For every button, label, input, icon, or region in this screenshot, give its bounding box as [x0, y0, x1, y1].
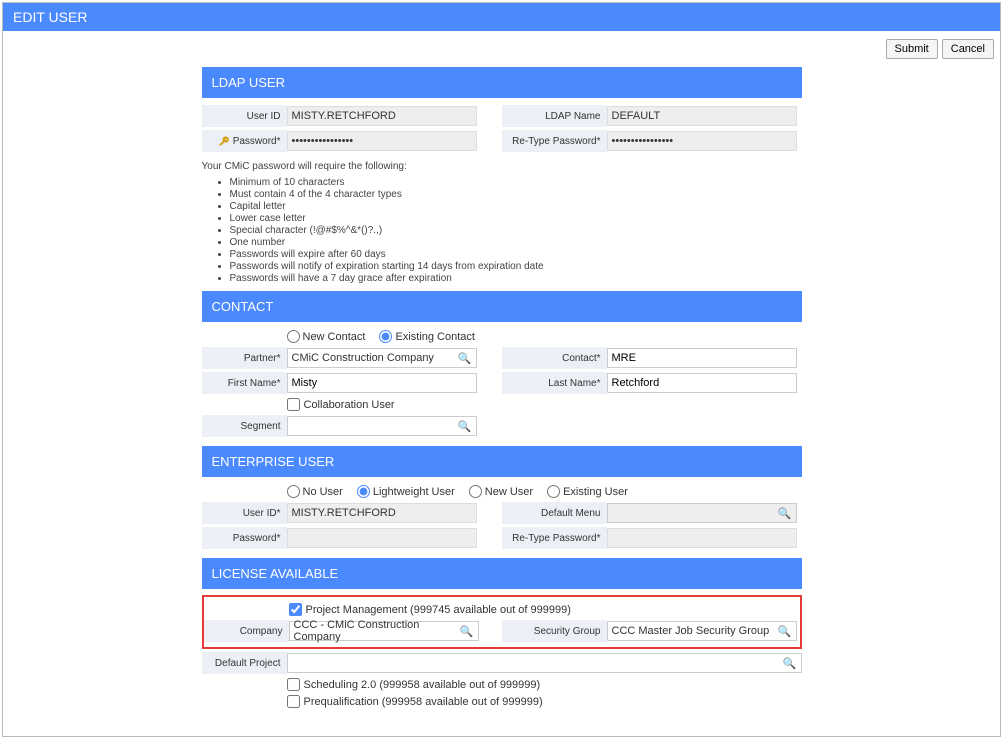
search-icon[interactable]: 🔍: [458, 352, 472, 365]
search-icon[interactable]: 🔍: [460, 625, 474, 638]
segment-label: Segment: [202, 415, 287, 437]
scheduling-checkbox[interactable]: [287, 678, 300, 691]
ldap-section: User ID MISTY.RETCHFORD LDAP Name DEFAUL…: [202, 98, 802, 289]
search-icon[interactable]: 🔍: [778, 507, 792, 520]
scheduling-label: Scheduling 2.0 (999958 available out of …: [304, 679, 541, 691]
collab-checkbox[interactable]: [287, 398, 300, 411]
default-project-label: Default Project: [202, 652, 287, 674]
main-window: EDIT USER Submit Cancel LDAP USER User I…: [2, 2, 1001, 737]
cancel-button[interactable]: Cancel: [942, 39, 994, 59]
contact-section: New Contact Existing Contact Partner* CM…: [202, 322, 802, 444]
ldap-retype-field[interactable]: ••••••••••••••••: [607, 131, 797, 151]
radio-new-contact[interactable]: New Contact: [287, 330, 366, 343]
action-buttons: Submit Cancel: [3, 31, 1000, 65]
prequal-label: Prequalification (999958 available out o…: [304, 696, 543, 708]
password-rules: Minimum of 10 characters Must contain 4 …: [202, 177, 802, 284]
ent-userid-field: MISTY.RETCHFORD: [287, 503, 477, 523]
pm-checkbox[interactable]: [289, 603, 302, 616]
default-menu-field[interactable]: 🔍: [607, 503, 797, 523]
search-icon[interactable]: 🔍: [778, 625, 792, 638]
company-field[interactable]: CCC - CMiC Construction Company🔍: [289, 621, 479, 641]
default-project-field[interactable]: 🔍: [287, 653, 802, 673]
content-area: LDAP USER User ID MISTY.RETCHFORD LDAP N…: [3, 65, 1000, 736]
partner-field[interactable]: CMiC Construction Company🔍: [287, 348, 477, 368]
company-label: Company: [204, 620, 289, 642]
firstname-field[interactable]: [287, 373, 477, 393]
enterprise-section-header: ENTERPRISE USER: [202, 446, 802, 477]
radio-new-user[interactable]: New User: [469, 485, 533, 498]
key-icon: [218, 135, 230, 147]
page-title: EDIT USER: [13, 9, 87, 25]
search-icon[interactable]: 🔍: [783, 657, 797, 670]
ldap-name-field: DEFAULT: [607, 106, 797, 126]
form-wrap: LDAP USER User ID MISTY.RETCHFORD LDAP N…: [202, 65, 802, 716]
contact-section-header: CONTACT: [202, 291, 802, 322]
ent-retype-field[interactable]: [607, 528, 797, 548]
ldap-retype-label: Re-Type Password*: [502, 130, 607, 152]
security-group-field[interactable]: CCC Master Job Security Group🔍: [607, 621, 797, 641]
security-group-label: Security Group: [502, 620, 607, 642]
license-section: Project Management (999745 available out…: [202, 589, 802, 716]
prequal-checkbox[interactable]: [287, 695, 300, 708]
ldap-name-label: LDAP Name: [502, 105, 607, 127]
license-section-header: LICENSE AVAILABLE: [202, 558, 802, 589]
collab-label: Collaboration User: [304, 399, 395, 411]
ldap-section-header: LDAP USER: [202, 67, 802, 98]
ldap-password-field[interactable]: ••••••••••••••••: [287, 131, 477, 151]
ent-userid-label: User ID*: [202, 502, 287, 524]
default-menu-label: Default Menu: [502, 502, 607, 524]
enterprise-section: No User Lightweight User New User Existi…: [202, 477, 802, 556]
lastname-label: Last Name*: [502, 372, 607, 394]
ent-password-field[interactable]: [287, 528, 477, 548]
ldap-userid-label: User ID: [202, 105, 287, 127]
radio-existing-contact[interactable]: Existing Contact: [379, 330, 474, 343]
radio-lightweight-user[interactable]: Lightweight User: [357, 485, 455, 498]
ent-retype-label: Re-Type Password*: [502, 527, 607, 549]
password-intro: Your CMiC password will require the foll…: [202, 155, 802, 176]
submit-button[interactable]: Submit: [886, 39, 938, 59]
contact-label: Contact*: [502, 347, 607, 369]
radio-no-user[interactable]: No User: [287, 485, 343, 498]
lastname-field[interactable]: [607, 373, 797, 393]
ent-password-label: Password*: [202, 527, 287, 549]
radio-existing-user[interactable]: Existing User: [547, 485, 628, 498]
partner-label: Partner*: [202, 347, 287, 369]
pm-label: Project Management (999745 available out…: [306, 604, 571, 616]
ldap-password-label: Password*: [202, 130, 287, 152]
firstname-label: First Name*: [202, 372, 287, 394]
search-icon[interactable]: 🔍: [458, 420, 472, 433]
page-title-bar: EDIT USER: [3, 3, 1000, 31]
segment-field[interactable]: 🔍: [287, 416, 477, 436]
contact-field[interactable]: [607, 348, 797, 368]
highlighted-region: Project Management (999745 available out…: [202, 595, 802, 649]
ldap-userid-field: MISTY.RETCHFORD: [287, 106, 477, 126]
